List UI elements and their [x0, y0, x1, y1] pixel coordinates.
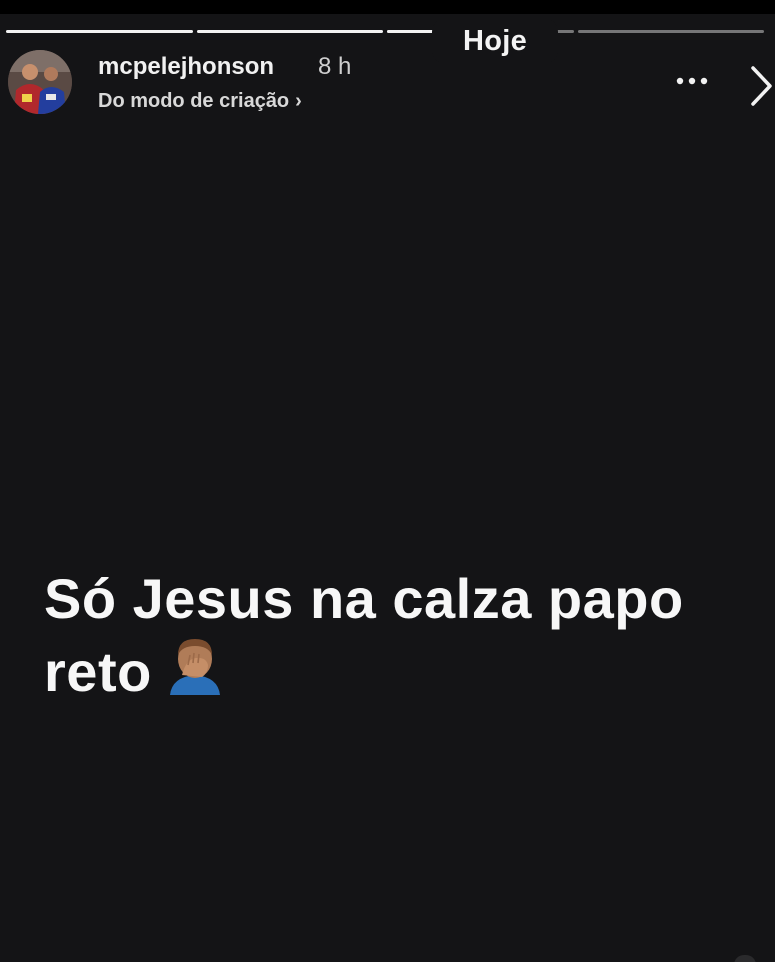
corner-control: [734, 955, 756, 962]
caption-line-1: Só Jesus na calza papo: [44, 567, 684, 630]
creation-mode-label: Do modo de criação: [98, 90, 290, 112]
progress-segment-fill: [6, 30, 193, 33]
username-link[interactable]: mcpelejhonson: [98, 53, 274, 81]
avatar[interactable]: [8, 50, 72, 114]
man-facepalming-emoji-icon: [162, 635, 228, 695]
top-edge: [0, 0, 775, 14]
story-caption: Só Jesus na calza papo reto: [44, 562, 764, 708]
caption-line-2-text: reto: [44, 640, 152, 703]
date-badge: Hoje: [432, 18, 558, 64]
story-progress-bar: [6, 30, 764, 33]
chevron-right-icon[interactable]: [748, 64, 774, 108]
avatar-photo: [8, 50, 72, 114]
caption-line-2: reto: [44, 635, 764, 708]
chevron-small-right-icon: ›: [295, 90, 302, 112]
creation-mode-link[interactable]: Do modo de criação ›: [98, 90, 302, 113]
progress-segment: [577, 30, 764, 33]
story-viewer: Hoje mcpelejhonson 8 h Do modo de criaçã…: [0, 0, 775, 962]
progress-segment-fill: [196, 30, 383, 33]
story-time: 8 h: [318, 53, 352, 80]
progress-segment: [6, 30, 193, 33]
ellipsis-icon[interactable]: [670, 66, 714, 96]
progress-segment: [196, 30, 383, 33]
